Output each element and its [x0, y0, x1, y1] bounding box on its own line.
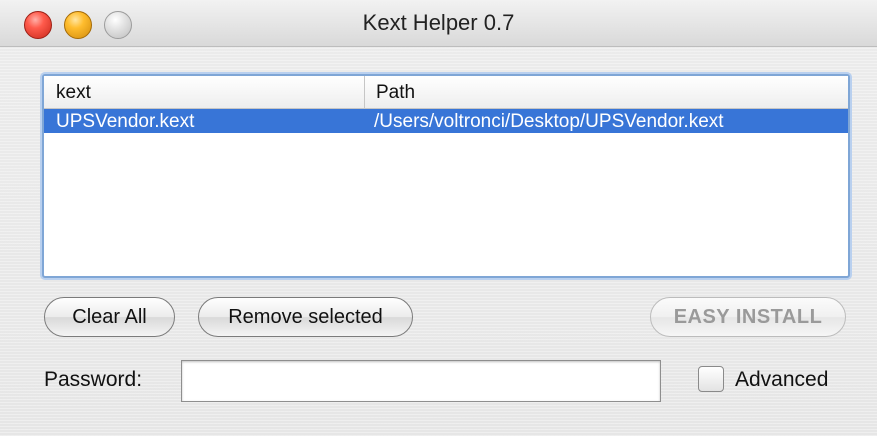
kext-table[interactable]: kext Path UPSVendor.kext /Users/voltronc…: [42, 74, 850, 278]
title-bar[interactable]: Kext Helper 0.7: [0, 0, 877, 47]
cell-path: /Users/voltronci/Desktop/UPSVendor.kext: [374, 111, 724, 132]
advanced-checkbox[interactable]: [698, 366, 724, 392]
table-row[interactable]: UPSVendor.kext /Users/voltronci/Desktop/…: [44, 109, 848, 133]
password-field[interactable]: [181, 360, 661, 402]
clear-all-button[interactable]: Clear All: [44, 297, 175, 337]
advanced-label[interactable]: Advanced: [735, 368, 828, 392]
column-divider[interactable]: [364, 76, 365, 108]
column-header-kext[interactable]: kext: [56, 82, 91, 104]
password-label: Password:: [44, 368, 143, 391]
cell-kext: UPSVendor.kext: [56, 111, 195, 132]
window-title: Kext Helper 0.7: [362, 10, 515, 35]
app-window: Kext Helper 0.7 kext Path UPSVendor.kext…: [0, 0, 877, 436]
easy-install-button[interactable]: EASY INSTALL: [650, 297, 846, 337]
remove-selected-button[interactable]: Remove selected: [198, 297, 413, 337]
column-header-path[interactable]: Path: [376, 82, 415, 104]
table-header: kext Path: [44, 76, 848, 109]
